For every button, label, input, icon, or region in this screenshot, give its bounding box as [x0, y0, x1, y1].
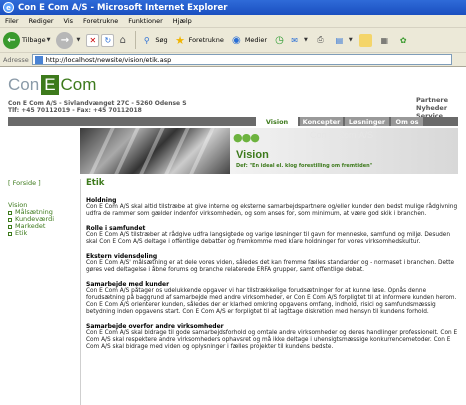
ie-logo-icon: e: [3, 2, 14, 13]
media-button[interactable]: ◉ Medier: [230, 34, 267, 47]
toolbar-separator: [135, 31, 137, 49]
folder-icon[interactable]: [358, 33, 372, 47]
menu-bar: Filer Rediger Vis Foretrukne Funktioner …: [0, 15, 466, 28]
nav-koncepter[interactable]: Koncepter: [300, 117, 343, 126]
bullet-icon: [8, 210, 12, 215]
bullet-icon: [8, 217, 12, 222]
bullet-icon: [8, 231, 12, 236]
stop-icon[interactable]: ✕: [86, 33, 100, 47]
toolbar: ← Tilbage ▼ → ▼ ✕ ↻ ⌂ ⚲ Søg ★ Foretrukne ◉…: [0, 28, 466, 53]
nav-losninger[interactable]: Løsninger: [345, 117, 389, 126]
search-button[interactable]: ⚲ Søg: [140, 34, 168, 47]
banner: ●●● Con E Com A/S Vision Def: "En ideal …: [8, 128, 458, 174]
address-label: Adresse: [3, 55, 29, 64]
menu-foretrukne[interactable]: Foretrukne: [78, 17, 123, 25]
web-page: Con E Com Con E Com A/S - Sivlandvænget …: [0, 67, 466, 405]
page-icon: [34, 55, 43, 64]
edit-icon[interactable]: ▤: [333, 34, 346, 47]
section-holdning: Holdning Con E Com A/S skal altid tilstr…: [86, 197, 458, 217]
company-address: Con E Com A/S - Sivlandvænget 27C - 5260…: [8, 100, 187, 114]
address-bar: Adresse http://localhost/newsite/vision/…: [0, 53, 466, 67]
nav-om-os[interactable]: Om os: [391, 117, 423, 126]
back-button[interactable]: ← Tilbage ▼: [3, 31, 50, 49]
star-icon: ★: [175, 33, 186, 47]
main-nav: Vision Koncepter Løsninger Om os: [8, 117, 458, 126]
sidebar: [ Forside ] Vision Målsætning Kundeværdi…: [8, 179, 78, 237]
history-icon[interactable]: ◷: [273, 34, 286, 47]
window-title: Con E Com A/S - Microsoft Internet Explo…: [18, 2, 228, 13]
banner-title: Vision: [236, 149, 269, 161]
back-arrow-icon: ←: [3, 31, 20, 49]
sidebar-item-etik[interactable]: Etik: [8, 230, 78, 237]
section-vidensdeling: Ekstern vidensdeling Con E Com A/S' måls…: [86, 253, 455, 273]
home-icon[interactable]: ⌂: [116, 34, 129, 47]
forward-arrow-icon: →: [56, 31, 74, 49]
link-partnere[interactable]: Partnere: [416, 96, 448, 104]
link-nyheder[interactable]: Nyheder: [416, 104, 448, 112]
window-titlebar: e Con E Com A/S - Microsoft Internet Exp…: [0, 0, 466, 15]
menu-funktioner[interactable]: Funktioner: [123, 17, 168, 25]
main-content: Etik Holdning Con E Com A/S skal altid t…: [86, 178, 458, 358]
menu-vis[interactable]: Vis: [59, 17, 79, 25]
refresh-icon[interactable]: ↻: [101, 33, 115, 47]
section-rolle: Rolle i samfundet Con E Com A/S tilstræb…: [86, 225, 450, 245]
nav-vision[interactable]: Vision: [256, 117, 298, 126]
media-icon: ◉: [231, 34, 241, 46]
bullet-icon: [8, 224, 12, 229]
research-icon[interactable]: ▦: [378, 34, 391, 47]
address-input[interactable]: http://localhost/newsite/vision/etik.asp: [31, 54, 452, 65]
site-logo[interactable]: Con E Com: [8, 75, 96, 95]
site-header: Con E Com Con E Com A/S - Sivlandvænget …: [8, 75, 458, 120]
banner-text-area: ●●● Con E Com A/S Vision Def: "En ideal …: [230, 128, 458, 174]
section-kunder: Samarbejde med kunder Con E Com A/S påta…: [86, 281, 457, 315]
link-forside[interactable]: [ Forside ]: [8, 179, 78, 187]
section-virksomheder: Samarbejde overfor andre virksomheder Co…: [86, 323, 458, 350]
menu-filer[interactable]: Filer: [0, 17, 24, 25]
dots-icon: ●●●: [233, 131, 260, 144]
mail-icon[interactable]: ✉: [288, 34, 301, 47]
forward-button[interactable]: → ▼: [56, 31, 80, 49]
search-icon: ⚲: [143, 35, 150, 45]
print-icon[interactable]: ⎙: [314, 34, 327, 47]
divider: [80, 179, 81, 405]
banner-motto: Def: "En ideal el. klog forestilling om …: [236, 163, 373, 169]
menu-hjaelp[interactable]: Hjælp: [168, 17, 197, 25]
menu-rediger[interactable]: Rediger: [24, 17, 59, 25]
favorites-button[interactable]: ★ Foretrukne: [174, 34, 224, 47]
page-title: Etik: [86, 178, 105, 188]
banner-building-image: [80, 128, 230, 174]
messenger-icon[interactable]: ✿: [397, 34, 410, 47]
